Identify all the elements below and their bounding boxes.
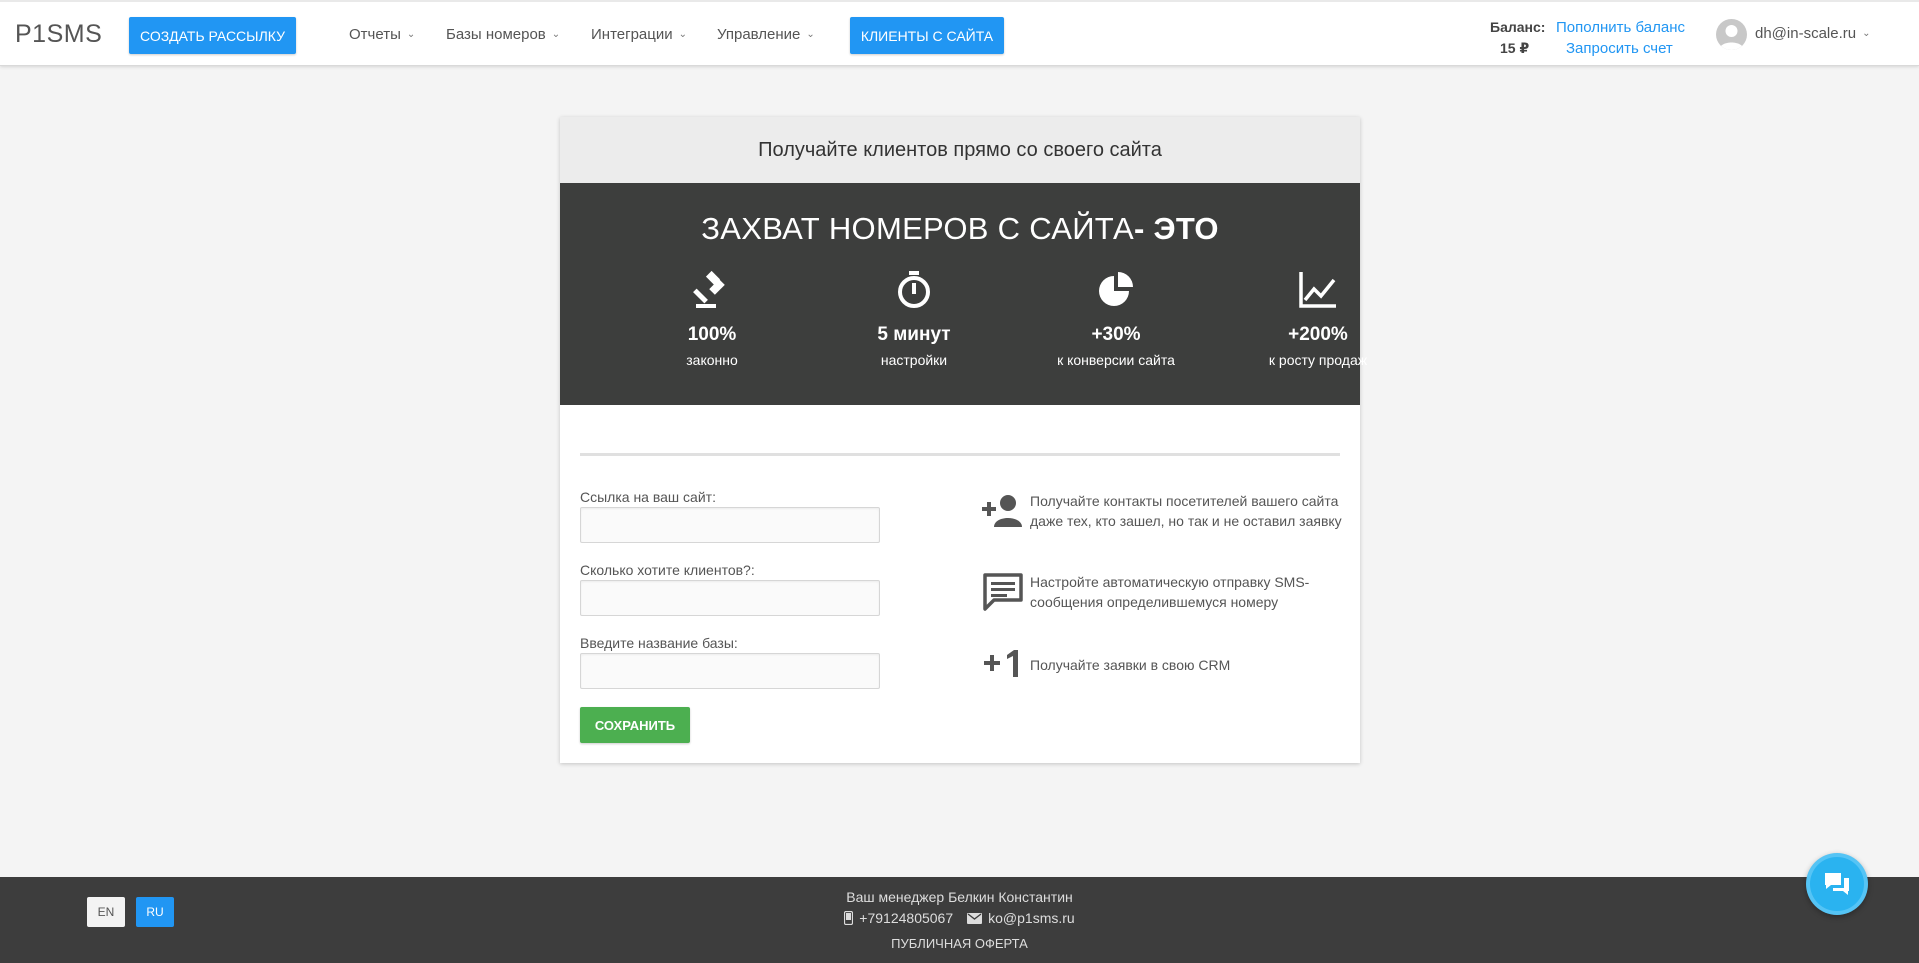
message-icon bbox=[983, 573, 1023, 611]
site-url-input[interactable] bbox=[580, 507, 880, 543]
request-invoice-link[interactable]: Запросить счет bbox=[1566, 40, 1673, 57]
user-icon bbox=[1719, 25, 1744, 50]
feature-value: 5 минут bbox=[877, 324, 951, 345]
feature-sales-growth: +200% к росту продаж bbox=[1228, 268, 1408, 368]
feature-banner: ЗАХВАТ НОМЕРОВ С САЙТА- ЭТО 100% законно… bbox=[560, 183, 1367, 405]
user-email: dh@in-scale.ru bbox=[1755, 25, 1857, 42]
clients-count-input[interactable] bbox=[580, 580, 880, 616]
nav-bases[interactable]: Базы номеров ⌄ bbox=[446, 26, 560, 43]
nav-reports[interactable]: Отчеты ⌄ bbox=[349, 26, 415, 43]
feature-label: к конверсии сайта bbox=[1057, 352, 1175, 368]
card-heading: Получайте клиентов прямо со своего сайта bbox=[560, 117, 1360, 183]
feature-value: +200% bbox=[1288, 324, 1348, 345]
logo[interactable]: P1SMS bbox=[15, 20, 102, 49]
feature-label: законно bbox=[686, 352, 738, 368]
feature-setup-time: 5 минут настройки bbox=[824, 268, 1004, 368]
user-menu[interactable]: dh@in-scale.ru ⌄ bbox=[1755, 25, 1871, 42]
feature-conversion: +30% к конверсии сайта bbox=[1026, 268, 1206, 368]
feature-value: +30% bbox=[1091, 324, 1141, 345]
site-clients-button[interactable]: КЛИЕНТЫ С САЙТА bbox=[850, 17, 1004, 54]
topup-balance-link[interactable]: Пополнить баланс bbox=[1556, 19, 1685, 36]
feature-label: настройки bbox=[880, 352, 948, 368]
info-text: Получайте заявки в свою CRM bbox=[1030, 657, 1231, 673]
footer: EN RU Ваш менеджер Белкин Константин +79… bbox=[0, 877, 1919, 963]
manager-name: Ваш менеджер Белкин Константин bbox=[846, 889, 1073, 905]
chevron-down-icon: ⌄ bbox=[806, 29, 815, 40]
nav-management[interactable]: Управление ⌄ bbox=[717, 26, 815, 43]
public-offer-link[interactable]: ПУБЛИЧНАЯ ОФЕРТА bbox=[0, 936, 1919, 951]
feature-value: 100% bbox=[687, 324, 737, 345]
phone-icon bbox=[844, 911, 854, 925]
info-auto-sms: Настройте автоматическую отправку SMS-со… bbox=[980, 572, 1350, 612]
chevron-down-icon: ⌄ bbox=[1862, 28, 1871, 39]
timer-icon bbox=[898, 271, 930, 308]
top-navbar: P1SMS СОЗДАТЬ РАССЫЛКУ Отчеты ⌄ Базы ном… bbox=[0, 0, 1919, 66]
chevron-down-icon: ⌄ bbox=[678, 29, 688, 40]
nav-integrations[interactable]: Интеграции ⌄ bbox=[591, 26, 687, 43]
info-text: Получайте контакты посетителей вашего са… bbox=[1030, 493, 1342, 529]
balance-label: Баланс: bbox=[1490, 19, 1546, 35]
nav-bases-label: Базы номеров bbox=[446, 26, 546, 43]
site-url-label: Ссылка на ваш сайт: bbox=[580, 489, 716, 505]
info-crm: Получайте заявки в свою CRM bbox=[980, 645, 1350, 681]
banner-title-text: ЗАХВАТ НОМЕРОВ С САЙТА bbox=[701, 211, 1134, 246]
base-name-input[interactable] bbox=[580, 653, 880, 689]
balance-value: 15 ₽ bbox=[1500, 40, 1530, 56]
manager-email[interactable]: ko@p1sms.ru bbox=[988, 910, 1075, 926]
clients-count-label: Сколько хотите клиентов?: bbox=[580, 562, 755, 578]
info-contacts: Получайте контакты посетителей вашего са… bbox=[980, 491, 1350, 531]
avatar[interactable] bbox=[1716, 19, 1747, 50]
add-person-icon bbox=[982, 495, 1022, 527]
chevron-down-icon: ⌄ bbox=[551, 29, 561, 40]
mail-icon bbox=[967, 912, 983, 924]
banner-title: ЗАХВАТ НОМЕРОВ С САЙТА- ЭТО bbox=[560, 211, 1360, 247]
site-capture-card: Получайте клиентов прямо со своего сайта… bbox=[560, 117, 1367, 763]
base-name-label: Введите название базы: bbox=[580, 635, 738, 651]
manager-contacts: +79124805067 ko@p1sms.ru bbox=[0, 910, 1919, 926]
gavel-icon bbox=[693, 270, 725, 308]
nav-management-label: Управление bbox=[717, 26, 801, 43]
nav-integrations-label: Интеграции bbox=[591, 26, 673, 43]
chevron-down-icon: ⌄ bbox=[406, 29, 416, 40]
feature-label: к росту продаж bbox=[1268, 352, 1368, 368]
pie-chart-icon bbox=[1099, 272, 1133, 306]
banner-title-bold: - ЭТО bbox=[1134, 211, 1219, 246]
chat-button[interactable] bbox=[1806, 853, 1868, 915]
divider bbox=[580, 453, 1340, 456]
line-chart-icon bbox=[1299, 272, 1336, 308]
save-button[interactable]: СОХРАНИТЬ bbox=[580, 707, 690, 743]
info-text: Настройте автоматическую отправку SMS-со… bbox=[1030, 574, 1310, 610]
manager-phone[interactable]: +79124805067 bbox=[859, 910, 953, 926]
create-mailing-button[interactable]: СОЗДАТЬ РАССЫЛКУ bbox=[129, 17, 296, 54]
chat-icon bbox=[1825, 873, 1849, 895]
nav-reports-label: Отчеты bbox=[349, 26, 401, 43]
plus-one-icon bbox=[984, 650, 1018, 677]
feature-legal: 100% законно bbox=[622, 268, 802, 368]
